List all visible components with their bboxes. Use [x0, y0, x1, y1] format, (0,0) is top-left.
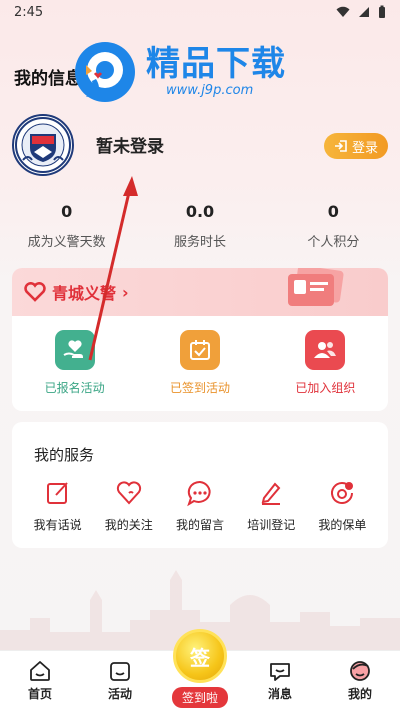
nav-messages[interactable]: 消息 [240, 651, 320, 712]
login-button[interactable]: 登录 [324, 133, 388, 159]
signal-icon [359, 7, 369, 17]
username: 暂未登录 [96, 137, 164, 157]
nav-label: 消息 [267, 687, 292, 701]
stat-days[interactable]: 0 成为义警天数 [0, 202, 133, 250]
service-messages[interactable]: 我的留言 [164, 478, 235, 533]
service-label: 我的留言 [176, 518, 225, 532]
stat-label: 成为义警天数 [27, 235, 106, 250]
service-speak[interactable]: 我有话说 [22, 478, 93, 533]
comment-icon [185, 478, 215, 508]
wifi-icon [336, 6, 350, 17]
status-time: 2:45 [14, 4, 44, 20]
action-label: 已报名活动 [44, 381, 105, 395]
nav-sign-in[interactable]: 签 签到啦 [160, 629, 240, 712]
checked-in-activities-button[interactable]: 已签到活动 [137, 330, 262, 396]
services-card: 我的服务 我有话说 我的关注 我的留言 培训登记 我的保单 [12, 422, 388, 548]
calendar-check-icon [179, 330, 220, 370]
sign-in-icon: 签 [173, 629, 227, 683]
watermark: 精品下载 www.j9p.com [72, 30, 322, 114]
stat-label: 服务时长 [173, 235, 226, 250]
policy-icon [327, 478, 357, 508]
police-badge-icon [15, 117, 71, 173]
profile-icon [350, 661, 370, 681]
nav-home[interactable]: 首页 [0, 651, 80, 712]
profile-section: 暂未登录 登录 [12, 114, 388, 176]
org-name: 青城义警 [52, 284, 117, 303]
battery-icon [379, 5, 385, 18]
heart-icon [114, 478, 144, 508]
nav-profile[interactable]: 我的 [320, 651, 400, 712]
service-label: 我的保单 [318, 518, 367, 532]
watermark-url: www.j9p.com [166, 83, 254, 99]
nav-label: 首页 [27, 687, 52, 701]
nav-label: 活动 [107, 687, 132, 701]
service-training[interactable]: 培训登记 [236, 478, 307, 533]
avatar[interactable] [12, 114, 74, 176]
home-icon [30, 661, 50, 681]
pen-icon [256, 478, 286, 508]
watermark-title: 精品下载 [146, 43, 286, 84]
chevron-right-icon: › [122, 282, 129, 302]
login-label: 登录 [351, 140, 378, 156]
services-list: 我有话说 我的关注 我的留言 培训登记 我的保单 [12, 478, 388, 533]
org-actions: 已报名活动 已签到活动 已加入组织 [12, 330, 388, 396]
watermark-logo-icon [75, 42, 135, 102]
group-icon [305, 330, 346, 370]
stat-value: 0 [61, 202, 73, 221]
action-label: 已签到活动 [169, 381, 230, 395]
stat-label: 个人积分 [307, 235, 360, 250]
nav-activity[interactable]: 活动 [80, 651, 160, 712]
heart-hand-icon [54, 330, 95, 370]
org-card: 青城义警 › 已报名活动 已签到活动 已加入组织 [12, 268, 388, 411]
signed-up-activities-button[interactable]: 已报名活动 [12, 330, 137, 396]
action-label: 已加入组织 [295, 381, 356, 395]
bottom-nav: 首页 活动 签 签到啦 消息 我的 [0, 629, 400, 712]
joined-organizations-button[interactable]: 已加入组织 [263, 330, 388, 396]
stat-hours[interactable]: 0.0 服务时长 [133, 202, 266, 250]
activity-icon [110, 662, 130, 681]
status-bar: 2:45 [0, 0, 400, 24]
stats-row: 0 成为义警天数 0.0 服务时长 0 个人积分 [0, 202, 400, 250]
org-header[interactable]: 青城义警 › [12, 268, 388, 316]
nav-label: 我的 [347, 687, 372, 701]
stat-points[interactable]: 0 个人积分 [267, 202, 400, 250]
sign-in-label: 签到啦 [171, 687, 229, 708]
service-follows[interactable]: 我的关注 [93, 478, 164, 533]
service-label: 我的关注 [104, 518, 153, 532]
edit-icon [43, 478, 73, 508]
stat-value: 0.0 [185, 202, 215, 221]
status-icons [336, 5, 386, 19]
services-title: 我的服务 [34, 446, 95, 464]
service-policy[interactable]: 我的保单 [307, 478, 378, 533]
login-icon [334, 140, 347, 152]
service-label: 我有话说 [33, 518, 82, 532]
service-label: 培训登记 [247, 518, 296, 532]
id-card-illustration-icon [288, 268, 344, 306]
message-icon [270, 663, 290, 681]
stat-value: 0 [327, 202, 339, 221]
heart-outline-icon [24, 282, 46, 302]
